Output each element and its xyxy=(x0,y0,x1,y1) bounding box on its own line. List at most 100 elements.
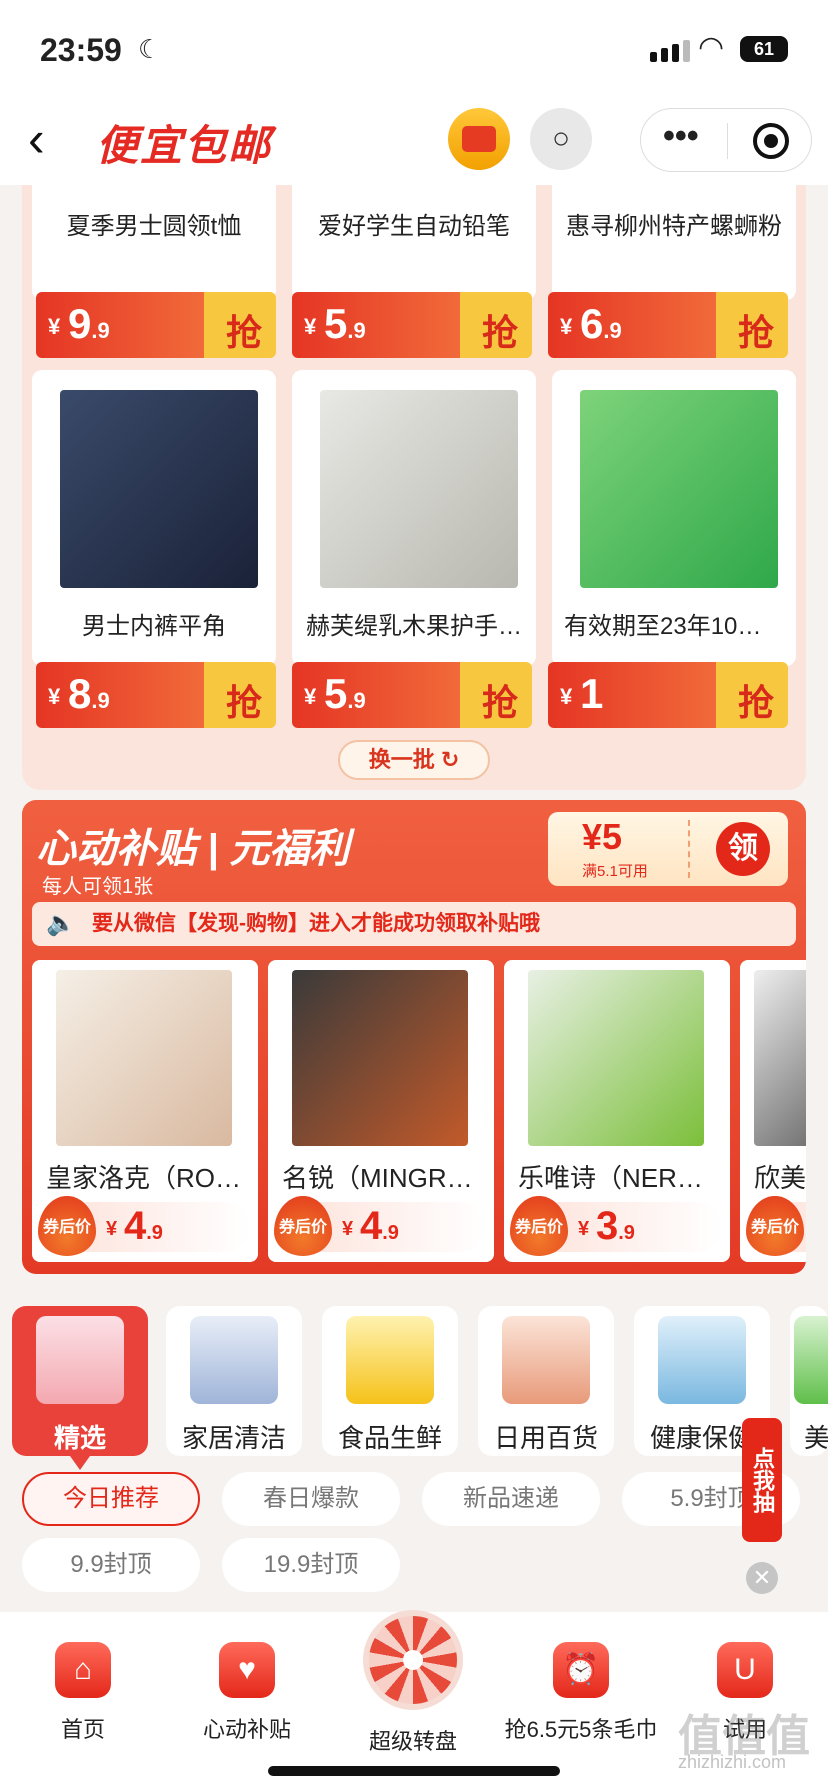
shopping-bag-icon: U xyxy=(717,1642,773,1698)
category-beauty[interactable]: 美 xyxy=(790,1306,828,1456)
subsidy-product-card[interactable]: 皇家洛克（RO… 券后价 ¥4.9 xyxy=(32,960,258,1262)
tag-9-9-cap[interactable]: 9.9封顶 xyxy=(22,1538,200,1592)
notice-text: 要从微信【发现-购物】进入才能成功领取补贴哦 xyxy=(92,912,540,935)
category-label: 家居清洁 xyxy=(181,1423,286,1453)
heart-pulse-icon: ♥ xyxy=(219,1642,275,1698)
product-name: 惠寻柳州特产螺蛳粉 xyxy=(566,213,782,240)
coupon-condition: 满5.1可用 xyxy=(582,863,648,880)
grab-label: 抢 xyxy=(225,312,262,353)
grab-label: 抢 xyxy=(225,682,262,723)
mini-program-capsule: ••• xyxy=(640,108,812,172)
price-tag: 券后价 ¥3.9 xyxy=(510,1196,722,1256)
nav-super-wheel[interactable]: 超级转盘 xyxy=(338,1610,488,1756)
home-indicator xyxy=(268,1766,560,1776)
product-image xyxy=(292,970,468,1146)
after-coupon-badge: 券后价 xyxy=(746,1196,804,1256)
search-icon[interactable]: ○ xyxy=(530,108,592,170)
prize-wheel-icon xyxy=(363,1610,463,1710)
red-packet-icon[interactable] xyxy=(448,108,510,170)
coupon-card[interactable]: ¥5 满5.1可用 领 xyxy=(548,812,788,886)
product-name: 皇家洛克（RO… xyxy=(46,1163,242,1193)
category-image xyxy=(36,1316,124,1404)
category-daily-goods[interactable]: 日用百货 xyxy=(478,1306,614,1456)
category-row: 精选 家居清洁 食品生鲜 日用百货 健康保健 美 xyxy=(0,1300,828,1470)
product-name: 名锐（MINGR… xyxy=(282,1163,473,1193)
product-name: 乐唯诗（NER… xyxy=(518,1163,703,1193)
product-name: 爱好学生自动铅笔 xyxy=(318,213,510,240)
grab-button[interactable]: ¥6.9 抢 xyxy=(548,292,788,358)
price-tag: 券后价 ¥4.9 xyxy=(38,1196,250,1256)
nav-home[interactable]: ⌂ 首页 xyxy=(8,1642,158,1744)
deal-grid-panel: 夏季男士圆领t恤 爱好学生自动铅笔 惠寻柳州特产螺蛳粉 ¥9.9 抢 ¥5.9 … xyxy=(22,140,806,790)
claim-coupon-button[interactable]: 领 xyxy=(716,822,770,876)
product-image xyxy=(320,390,518,588)
category-label: 日用百货 xyxy=(493,1423,598,1453)
grab-button[interactable]: ¥1 抢 xyxy=(548,662,788,728)
product-image xyxy=(754,970,806,1146)
category-home-cleaning[interactable]: 家居清洁 xyxy=(166,1306,302,1456)
after-coupon-badge: 券后价 xyxy=(38,1196,96,1256)
subsidy-panel: 心动补贴 | 元福利 每人可领1张 ¥5 满5.1可用 领 🔈 要从微信【发现-… xyxy=(22,800,806,1274)
subsidy-product-card[interactable]: 欣美 券后价 xyxy=(740,960,806,1262)
wifi-icon: ◠ xyxy=(698,31,725,64)
price-tag: 券后价 ¥4.9 xyxy=(274,1196,486,1256)
after-coupon-badge: 券后价 xyxy=(274,1196,332,1256)
notice-bar: 🔈 要从微信【发现-购物】进入才能成功领取补贴哦 xyxy=(32,902,796,946)
product-card[interactable]: 赫芙缇乳木果护手… xyxy=(292,370,536,666)
tag-spring-hot[interactable]: 春日爆款 xyxy=(222,1472,400,1526)
close-target-icon[interactable] xyxy=(753,123,789,159)
back-icon[interactable]: ‹ xyxy=(28,110,45,168)
price-tag: 券后价 xyxy=(746,1196,806,1256)
close-icon[interactable]: ✕ xyxy=(746,1562,778,1594)
nav-label: 抢6.5元5条毛巾 xyxy=(504,1717,658,1742)
grab-label: 抢 xyxy=(481,682,518,723)
product-name: 赫芙缇乳木果护手… xyxy=(306,613,522,640)
signal-icon xyxy=(650,40,690,62)
subsidy-product-card[interactable]: 乐唯诗（NER… 券后价 ¥3.9 xyxy=(504,960,730,1262)
lucky-draw-float-button[interactable]: 点我抽 xyxy=(742,1418,782,1542)
product-image xyxy=(580,390,778,588)
product-name: 夏季男士圆领t恤 xyxy=(66,213,242,240)
grab-label: 抢 xyxy=(737,312,774,353)
nav-towel-deal[interactable]: ⏰ 抢6.5元5条毛巾 xyxy=(498,1642,664,1744)
product-image xyxy=(528,970,704,1146)
home-icon: ⌂ xyxy=(55,1642,111,1698)
tag-today-recommend[interactable]: 今日推荐 xyxy=(22,1472,200,1526)
product-name: 欣美 xyxy=(754,1163,806,1193)
product-name: 有效期至23年10月… xyxy=(564,613,786,640)
brand-title: 便宜包邮 xyxy=(96,122,273,169)
category-fresh-food[interactable]: 食品生鲜 xyxy=(322,1306,458,1456)
category-image xyxy=(190,1316,278,1404)
subsidy-note: 每人可领1张 xyxy=(42,876,154,898)
refresh-batch-button[interactable]: 换一批 ↻ xyxy=(338,740,490,780)
product-card[interactable]: 有效期至23年10月… xyxy=(552,370,796,666)
category-label: 精选 xyxy=(53,1423,106,1453)
category-label: 食品生鲜 xyxy=(337,1423,442,1453)
category-image xyxy=(658,1316,746,1404)
more-icon[interactable]: ••• xyxy=(663,117,699,156)
after-coupon-badge: 券后价 xyxy=(510,1196,568,1256)
grab-button[interactable]: ¥8.9 抢 xyxy=(36,662,276,728)
alarm-clock-icon: ⏰ xyxy=(553,1642,609,1698)
grab-button[interactable]: ¥5.9 抢 xyxy=(292,292,532,358)
status-time: 23:59 xyxy=(40,32,122,68)
product-name: 男士内裤平角 xyxy=(82,613,226,640)
grab-label: 抢 xyxy=(481,312,518,353)
nav-subsidy[interactable]: ♥ 心动补贴 xyxy=(172,1642,322,1744)
tag-new-arrivals[interactable]: 新品速递 xyxy=(422,1472,600,1526)
product-image xyxy=(56,970,232,1146)
tag-19-9-cap[interactable]: 19.9封顶 xyxy=(222,1538,400,1592)
watermark-url: zhizhizhi.com xyxy=(678,1752,787,1772)
speaker-icon: 🔈 xyxy=(46,910,76,937)
product-card[interactable]: 男士内裤平角 xyxy=(32,370,276,666)
category-image xyxy=(502,1316,590,1404)
product-image xyxy=(60,390,258,588)
category-label: 美 xyxy=(804,1423,828,1453)
subsidy-product-card[interactable]: 名锐（MINGR… 券后价 ¥4.9 xyxy=(268,960,494,1262)
grab-button[interactable]: ¥9.9 抢 xyxy=(36,292,276,358)
nav-label: 超级转盘 xyxy=(368,1729,457,1754)
nav-label: 心动补贴 xyxy=(202,1717,291,1742)
category-featured[interactable]: 精选 xyxy=(12,1306,148,1470)
grab-button[interactable]: ¥5.9 抢 xyxy=(292,662,532,728)
coupon-amount: ¥5 xyxy=(582,816,623,857)
